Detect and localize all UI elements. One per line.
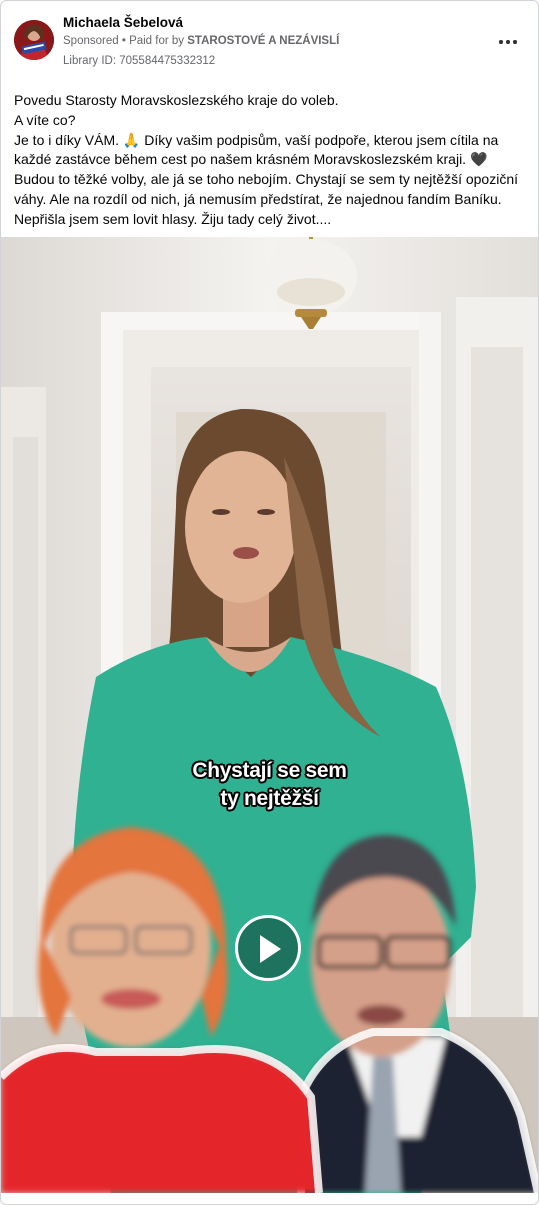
post-text: Povedu Starosty Moravskoslezského kraje …: [14, 91, 526, 230]
post-text-line: Povedu Starosty Moravskoslezského kraje …: [14, 92, 339, 108]
sponsored-label: Sponsored: [63, 35, 119, 47]
more-options-icon: [499, 40, 503, 44]
video-caption-line1: Chystají se sem: [192, 759, 347, 782]
post-text-line: Je to i díky VÁM. 🙏 Díky vašim podpisům,…: [14, 131, 499, 148]
library-id: Library ID: 705584475332312: [63, 55, 216, 67]
author-name[interactable]: Michaela Šebelová: [63, 15, 183, 30]
avatar-image: [14, 20, 54, 60]
post-text-line: Nepřišla jsem sem lovit hlasy. Žiju tady…: [14, 210, 332, 227]
video-player[interactable]: Chystají se sem ty nejtěžší: [1, 237, 538, 1193]
ad-card: Michaela Šebelová Sponsored • Paid for b…: [0, 0, 539, 1205]
video-frame: [1, 237, 538, 1193]
payer-name[interactable]: STAROSTOVÉ A NEZÁVISLÍ: [187, 35, 339, 47]
post-header: Michaela Šebelová Sponsored • Paid for b…: [1, 1, 538, 81]
post-text-line: Budou to těžké volby, ale já se toho neb…: [14, 171, 519, 188]
author-avatar[interactable]: [14, 20, 54, 60]
more-options-button[interactable]: [495, 35, 521, 49]
post-text-line: váhy. Ale na rozdíl od nich, já nemusím …: [14, 190, 502, 207]
play-button[interactable]: [235, 915, 301, 981]
sponsored-line: Sponsored • Paid for by STAROSTOVÉ A NEZ…: [63, 35, 339, 47]
post-text-line: A víte co?: [14, 111, 76, 128]
dot-separator: •: [121, 35, 130, 47]
paid-prefix: Paid for by: [129, 35, 185, 47]
video-caption-line2: ty nejtěžší: [220, 787, 319, 810]
play-icon: [260, 935, 281, 963]
post-text-line: každé zastávce během cest po našem krásn…: [14, 151, 488, 168]
